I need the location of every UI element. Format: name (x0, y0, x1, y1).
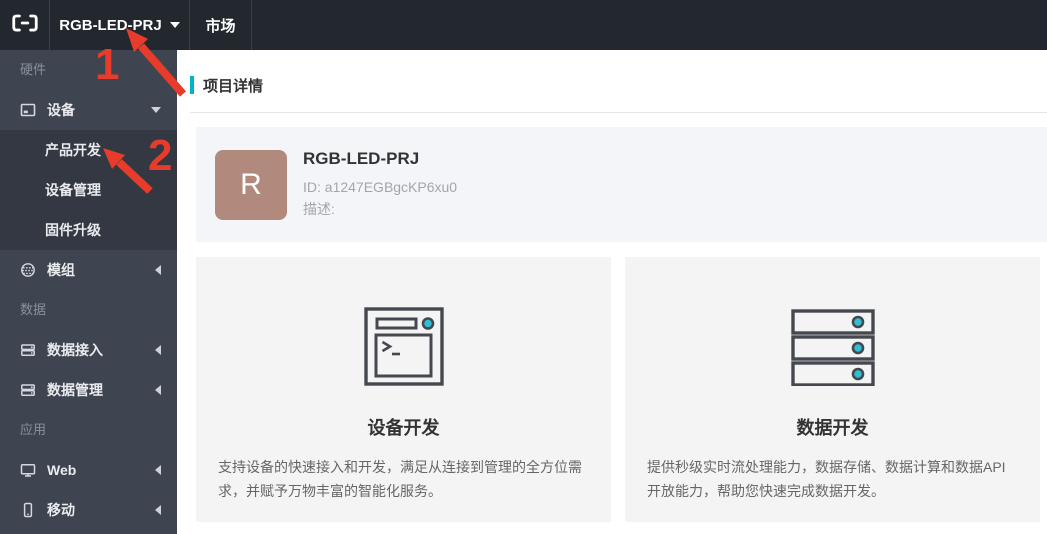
dev-cards-row: 设备开发 支持设备的快速接入和开发，满足从连接到管理的全方位需求，并赋予万物丰富… (196, 257, 1040, 522)
sidebar-item-module[interactable]: 模组 (0, 250, 177, 290)
sidebar-item-label: 数据接入 (47, 342, 103, 358)
project-description-label: 描述: (303, 201, 335, 217)
sidebar-item-product-dev[interactable]: 产品开发 (0, 130, 177, 170)
terminal-window-icon (218, 307, 589, 387)
phone-icon (20, 502, 37, 519)
device-dev-card[interactable]: 设备开发 支持设备的快速接入和开发，满足从连接到管理的全方位需求，并赋予万物丰富… (196, 257, 611, 522)
sidebar-item-label: 模组 (47, 262, 75, 278)
sidebar-item-mobile[interactable]: 移动 (0, 490, 177, 530)
sidebar-item-firmware-upgrade[interactable]: 固件升级 (0, 210, 177, 250)
card-description: 提供秒级实时流处理能力，数据存储、数据计算和数据API开放能力，帮助您快速完成数… (647, 459, 1006, 499)
database-icon (20, 382, 37, 399)
sidebar-item-device[interactable]: 设备 (0, 90, 177, 130)
sidebar-item-label: 移动 (47, 502, 75, 518)
server-stack-icon (647, 307, 1018, 387)
main-content: 项目详情 R RGB-LED-PRJ ID: a1247EGBgcKP6xu0 … (177, 50, 1047, 534)
project-name: RGB-LED-PRJ (303, 149, 420, 168)
page-header: 项目详情 (190, 75, 1047, 95)
sidebar-item-label: 设备管理 (45, 182, 101, 198)
monitor-icon (20, 462, 37, 479)
project-summary-card: R RGB-LED-PRJ ID: a1247EGBgcKP6xu0 描述: (196, 127, 1047, 242)
header-divider (190, 112, 1047, 113)
sidebar-section-data: 数据 (20, 302, 47, 317)
page-title: 项目详情 (203, 77, 264, 95)
nav-item-market[interactable]: 市场 (190, 0, 252, 50)
sidebar-section-hardware: 硬件 (20, 62, 47, 77)
sidebar-item-device-mgmt[interactable]: 设备管理 (0, 170, 177, 210)
sidebar-section-app: 应用 (20, 422, 47, 437)
module-icon (20, 262, 37, 279)
caret-down-icon (169, 22, 180, 28)
project-dropdown[interactable]: RGB-LED-PRJ (50, 0, 190, 50)
app-logo[interactable] (0, 0, 50, 50)
sidebar-item-label: 产品开发 (45, 142, 101, 158)
card-description: 支持设备的快速接入和开发，满足从连接到管理的全方位需求，并赋予万物丰富的智能化服… (218, 459, 582, 499)
project-avatar: R (215, 149, 287, 220)
card-title: 数据开发 (796, 418, 869, 438)
sidebar: 硬件 设备 产品开发 设备管理 固件升级 模组 数据 数据接入 数据管理 应用 … (0, 50, 177, 534)
sidebar-item-data-access[interactable]: 数据接入 (0, 330, 177, 370)
accent-bar (190, 76, 194, 94)
database-icon (20, 342, 37, 359)
data-dev-card[interactable]: 数据开发 提供秒级实时流处理能力，数据存储、数据计算和数据API开放能力，帮助您… (625, 257, 1040, 522)
device-submenu: 产品开发 设备管理 固件升级 (0, 130, 177, 250)
chevron-left-icon (155, 465, 161, 475)
chevron-left-icon (155, 505, 161, 515)
card-title: 设备开发 (367, 418, 440, 438)
top-navbar: RGB-LED-PRJ 市场 (0, 0, 1047, 50)
project-info: RGB-LED-PRJ ID: a1247EGBgcKP6xu0 描述: (303, 149, 457, 220)
sidebar-item-label: 设备 (47, 102, 75, 118)
project-dropdown-label: RGB-LED-PRJ (59, 16, 162, 34)
chevron-down-icon (151, 107, 161, 113)
market-label: 市场 (205, 17, 236, 35)
chevron-left-icon (155, 265, 161, 275)
device-icon (20, 102, 37, 119)
chevron-left-icon (155, 385, 161, 395)
chevron-left-icon (155, 345, 161, 355)
project-id: ID: a1247EGBgcKP6xu0 (303, 179, 458, 195)
sidebar-item-label: 数据管理 (47, 382, 103, 398)
brackets-logo-icon (10, 13, 40, 38)
sidebar-item-data-mgmt[interactable]: 数据管理 (0, 370, 177, 410)
sidebar-item-label: 固件升级 (45, 222, 101, 238)
sidebar-item-label: Web (47, 462, 77, 478)
sidebar-item-web[interactable]: Web (0, 450, 177, 490)
